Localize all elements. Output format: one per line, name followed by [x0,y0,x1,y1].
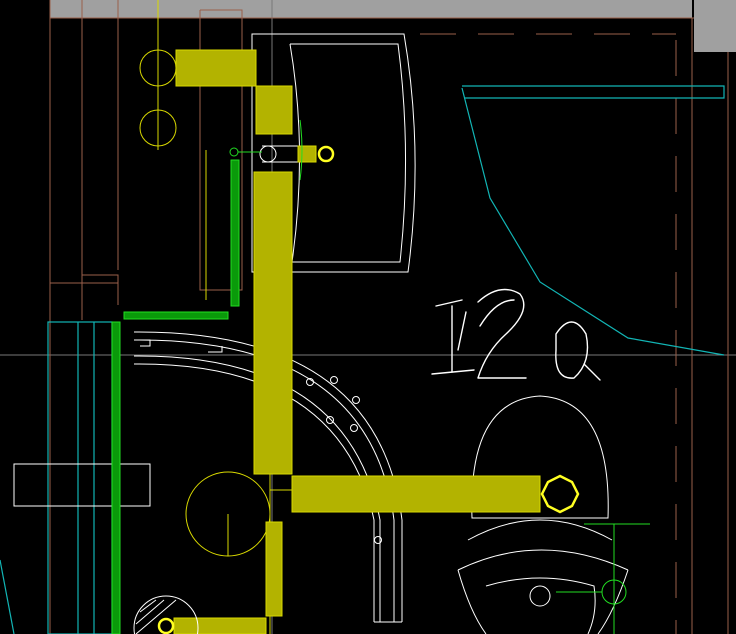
green-pipes [111,119,650,634]
top-gray-bar [50,0,692,18]
yellow-pipes [173,49,541,634]
crosshair [0,0,736,634]
top-right-gray-block [694,0,736,52]
drain-rings [157,145,580,634]
bench-rectangle [13,463,151,507]
toilet-fixture [457,395,629,634]
cad-drawing-canvas: 120 [0,0,736,634]
annotation-120-sketch [431,288,601,381]
cyan-lines [0,85,725,634]
